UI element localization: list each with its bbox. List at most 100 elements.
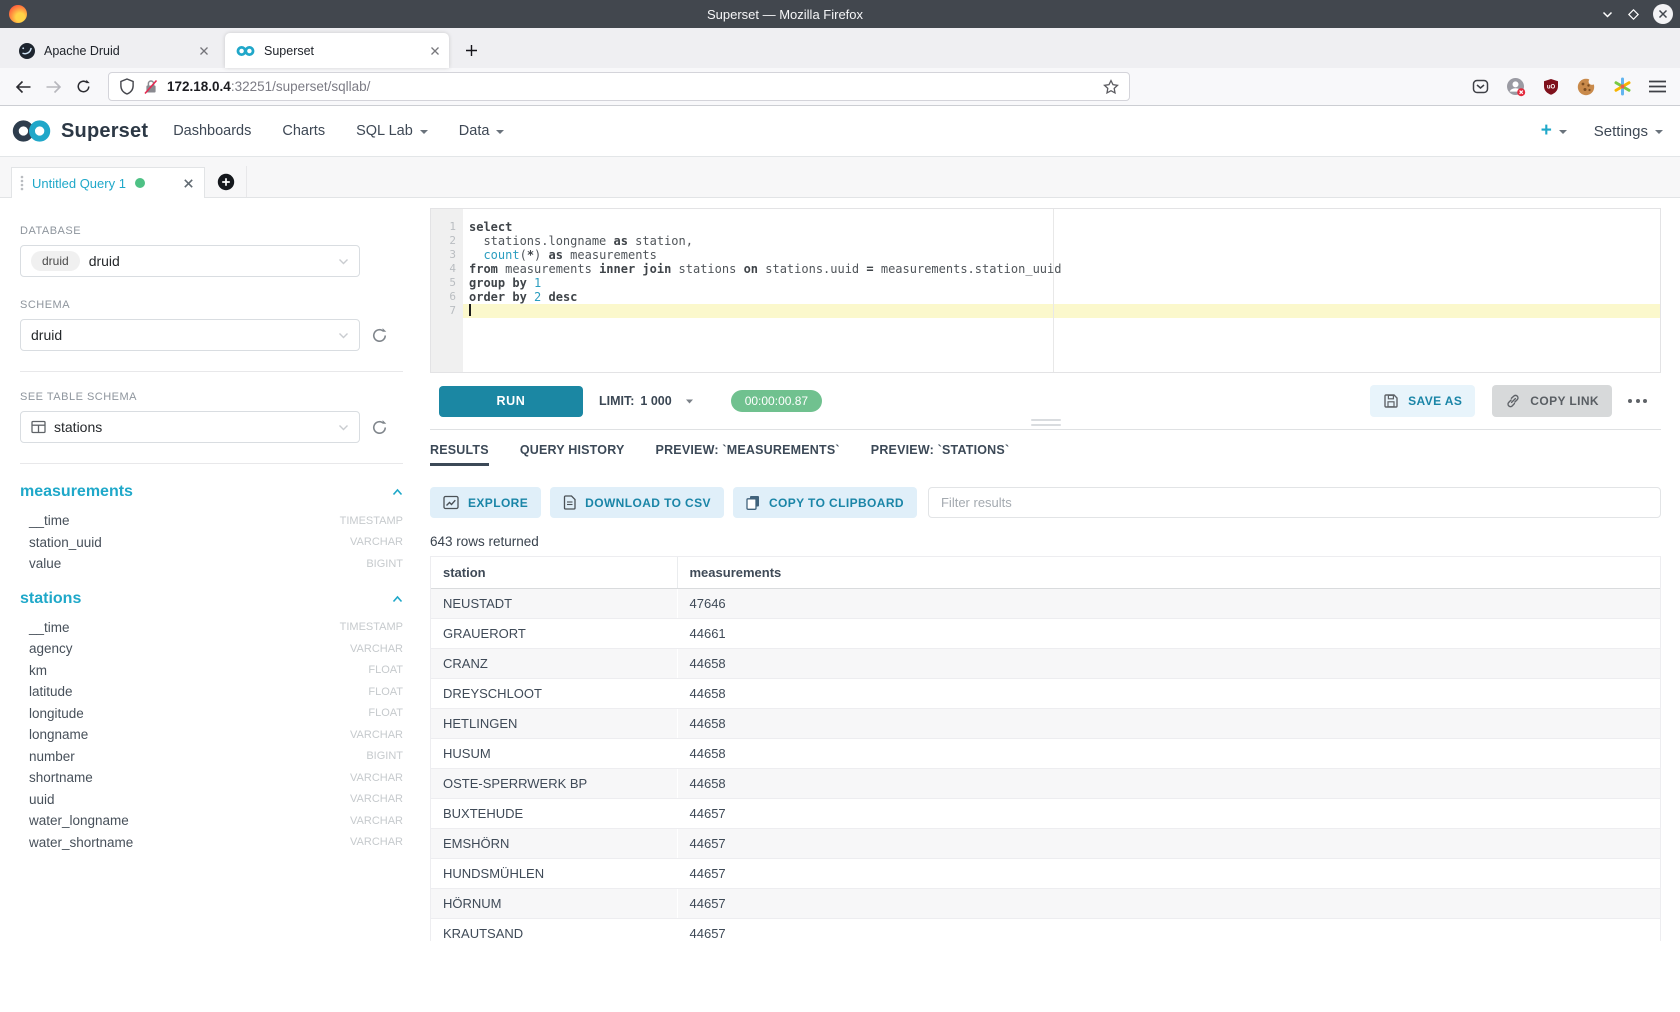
schema-column-row: station_uuidVARCHAR	[20, 532, 403, 554]
chevron-down-icon	[338, 257, 349, 266]
more-options-button[interactable]	[1624, 393, 1651, 409]
database-select[interactable]: druid druid	[20, 245, 360, 277]
window-title: Superset — Mozilla Firefox	[0, 7, 1570, 22]
new-tab-button[interactable]	[455, 34, 487, 66]
back-button[interactable]	[8, 73, 38, 101]
download-csv-button[interactable]: DOWNLOAD TO CSV	[550, 487, 724, 518]
table-row[interactable]: GRAUERORT44661	[431, 618, 1660, 648]
browser-toolbar: 172.18.0.4:32251/superset/sqllab/ uO	[0, 68, 1680, 106]
superset-brand[interactable]: Superset	[11, 119, 148, 143]
browser-tab-superset[interactable]: Superset	[225, 33, 449, 68]
tab-title: Apache Druid	[44, 44, 199, 58]
settings-menu[interactable]: Settings	[1594, 123, 1663, 140]
reload-button[interactable]	[68, 73, 98, 101]
sql-line[interactable]: stations.longname as station,	[463, 234, 1660, 248]
editor-toolbar: RUN LIMIT: 1 000 00:00:00.87 SAVE AS	[430, 373, 1661, 430]
link-icon	[1505, 393, 1521, 409]
svg-text:uO: uO	[1547, 85, 1556, 91]
sidebar-divider	[20, 371, 403, 372]
tab-preview-stations[interactable]: PREVIEW: `STATIONS`	[871, 443, 1010, 466]
window-minimize-button[interactable]	[1601, 8, 1614, 21]
new-query-tab-button[interactable]	[205, 166, 247, 197]
schema-column-row: longnameVARCHAR	[20, 724, 403, 746]
table-row[interactable]: NEUSTADT47646	[431, 588, 1660, 618]
sql-line[interactable]: order by 2 desc	[463, 290, 1660, 304]
browser-tab-apache-druid[interactable]: Apache Druid	[8, 33, 218, 68]
filter-results-input[interactable]	[928, 487, 1661, 518]
panel-resize-handle[interactable]	[1031, 419, 1061, 426]
superset-navbar: Superset Dashboards Charts SQL Lab Data …	[0, 106, 1680, 157]
table-schema-label: SEE TABLE SCHEMA	[20, 391, 403, 403]
limit-dropdown[interactable]: LIMIT: 1 000	[599, 394, 694, 408]
table-row[interactable]: OSTE-SPERRWERK BP44658	[431, 768, 1660, 798]
table-row[interactable]: HETLINGEN44658	[431, 708, 1660, 738]
pocket-icon[interactable]	[1472, 78, 1489, 95]
column-header-measurements[interactable]: measurements	[677, 557, 1660, 588]
table-row[interactable]: HÖRNUM44657	[431, 888, 1660, 918]
window-close-button[interactable]	[1653, 4, 1673, 24]
nav-item-sql-lab[interactable]: SQL Lab	[356, 123, 428, 139]
asterisk-extension-icon[interactable]	[1613, 77, 1632, 96]
nav-item-data[interactable]: Data	[459, 123, 505, 139]
schema-section-measurements: measurements__timeTIMESTAMPstation_uuidV…	[20, 483, 403, 575]
url-text[interactable]: 172.18.0.4:32251/superset/sqllab/	[167, 79, 370, 94]
sqllab-workspace: 1234567 select stations.longname as stat…	[420, 198, 1680, 1012]
tab-title: Superset	[264, 44, 430, 58]
table-row[interactable]: DREYSCHLOOT44658	[431, 678, 1660, 708]
refresh-table-icon[interactable]	[371, 419, 388, 436]
editor-line-numbers: 1234567	[431, 209, 463, 372]
table-row[interactable]: EMSHÖRN44657	[431, 828, 1660, 858]
schema-select[interactable]: druid	[20, 319, 360, 351]
sql-line[interactable]: group by 1	[463, 276, 1660, 290]
table-row[interactable]: HUSUM44658	[431, 738, 1660, 768]
save-as-button[interactable]: SAVE AS	[1370, 385, 1475, 417]
column-header-station[interactable]: station	[431, 557, 677, 588]
database-type-pill: druid	[31, 251, 80, 271]
forward-button[interactable]	[38, 73, 68, 101]
sql-editor[interactable]: 1234567 select stations.longname as stat…	[430, 208, 1661, 373]
table-row[interactable]: HUNDSMÜHLEN44657	[431, 858, 1660, 888]
sql-line[interactable]	[463, 304, 1660, 318]
collapse-caret-icon[interactable]	[392, 488, 403, 496]
refresh-schema-icon[interactable]	[371, 327, 388, 344]
cookie-icon[interactable]	[1576, 77, 1596, 97]
results-table-container[interactable]: station measurements NEUSTADT47646GRAUER…	[430, 556, 1661, 941]
explore-button[interactable]: EXPLORE	[430, 487, 541, 518]
schema-table-name[interactable]: measurements	[20, 483, 133, 501]
sql-line[interactable]: count(*) as measurements	[463, 248, 1660, 262]
tab-preview-measurements[interactable]: PREVIEW: `MEASUREMENTS`	[656, 443, 840, 466]
table-row[interactable]: KRAUTSAND44657	[431, 918, 1660, 941]
insecure-lock-icon[interactable]	[144, 79, 158, 95]
nav-item-dashboards[interactable]: Dashboards	[173, 123, 251, 139]
query-tab-untitled-query-1[interactable]: Untitled Query 1	[11, 167, 205, 198]
run-button[interactable]: RUN	[439, 386, 583, 417]
collapse-caret-icon[interactable]	[392, 595, 403, 603]
tab-close-icon[interactable]	[430, 46, 440, 56]
sql-line[interactable]: from measurements inner join stations on…	[463, 262, 1660, 276]
url-bar[interactable]: 172.18.0.4:32251/superset/sqllab/	[108, 72, 1130, 101]
tab-query-history[interactable]: QUERY HISTORY	[520, 443, 625, 466]
floppy-save-icon	[1383, 393, 1399, 409]
table-select[interactable]: stations	[20, 411, 360, 443]
query-tab-close-icon[interactable]	[183, 178, 194, 189]
window-maximize-button[interactable]	[1627, 8, 1640, 21]
hamburger-menu-icon[interactable]	[1649, 80, 1666, 93]
ublock-shield-icon[interactable]: uO	[1543, 78, 1559, 95]
table-row[interactable]: CRANZ44658	[431, 648, 1660, 678]
copy-link-button[interactable]: COPY LINK	[1492, 385, 1612, 417]
schema-table-name[interactable]: stations	[20, 590, 81, 608]
table-row[interactable]: BUXTEHUDE44657	[431, 798, 1660, 828]
bookmark-star-icon[interactable]	[1103, 79, 1119, 95]
druid-favicon-icon	[19, 43, 35, 59]
tab-close-icon[interactable]	[199, 46, 209, 56]
new-item-plus-button[interactable]: +	[1541, 120, 1567, 142]
caret-down-icon	[685, 394, 694, 408]
chevron-down-icon	[338, 331, 349, 340]
tab-results[interactable]: RESULTS	[430, 443, 489, 466]
sql-line[interactable]: select	[463, 220, 1660, 234]
account-icon[interactable]	[1506, 77, 1526, 97]
nav-item-charts[interactable]: Charts	[282, 123, 325, 139]
copy-clipboard-button[interactable]: COPY TO CLIPBOARD	[733, 487, 917, 518]
caret-down-icon	[420, 130, 428, 134]
tracking-shield-icon[interactable]	[119, 78, 135, 95]
